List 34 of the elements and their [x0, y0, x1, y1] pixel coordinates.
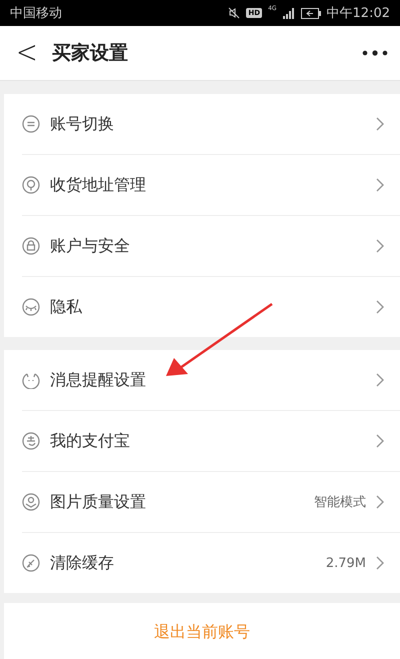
lock-icon	[22, 237, 40, 255]
clock-time: 中午12:02	[326, 5, 390, 22]
signal-icon	[282, 8, 295, 18]
carrier-name: 中国移动	[10, 5, 63, 22]
chevron-right-icon	[376, 239, 384, 253]
chevron-right-icon	[376, 373, 384, 387]
row-value: 2.79M	[326, 556, 366, 570]
row-label: 收货地址管理	[50, 174, 147, 196]
back-button[interactable]: <	[16, 35, 52, 71]
row-label: 隐私	[50, 296, 83, 318]
row-label: 账号切换	[50, 114, 115, 134]
face-icon	[22, 371, 40, 389]
row-label: 账户与安全	[50, 236, 131, 256]
switch-icon	[22, 115, 40, 133]
settings-row[interactable]: 隐私	[22, 277, 400, 337]
settings-row[interactable]: 清除缓存 2.79M	[22, 533, 400, 593]
row-value: 智能模式	[314, 494, 366, 511]
page-title: 买家设置	[52, 41, 129, 66]
mute-icon	[228, 7, 240, 19]
coin-icon	[22, 432, 40, 450]
chevron-right-icon	[376, 300, 384, 314]
row-label: 清除缓存	[50, 552, 115, 574]
row-label: 消息提醒设置	[50, 370, 147, 390]
chevron-right-icon	[376, 556, 384, 570]
row-label: 我的支付宝	[50, 430, 131, 452]
location-pin-icon	[22, 176, 40, 194]
chevron-right-icon	[376, 117, 384, 131]
more-icon[interactable]	[362, 50, 388, 56]
chevron-right-icon	[376, 434, 384, 448]
battery-icon	[300, 8, 321, 18]
chevron-right-icon	[376, 178, 384, 192]
row-label: 图片质量设置	[50, 492, 147, 512]
closed-eye-icon	[22, 298, 40, 316]
chevron-right-icon	[376, 495, 384, 509]
